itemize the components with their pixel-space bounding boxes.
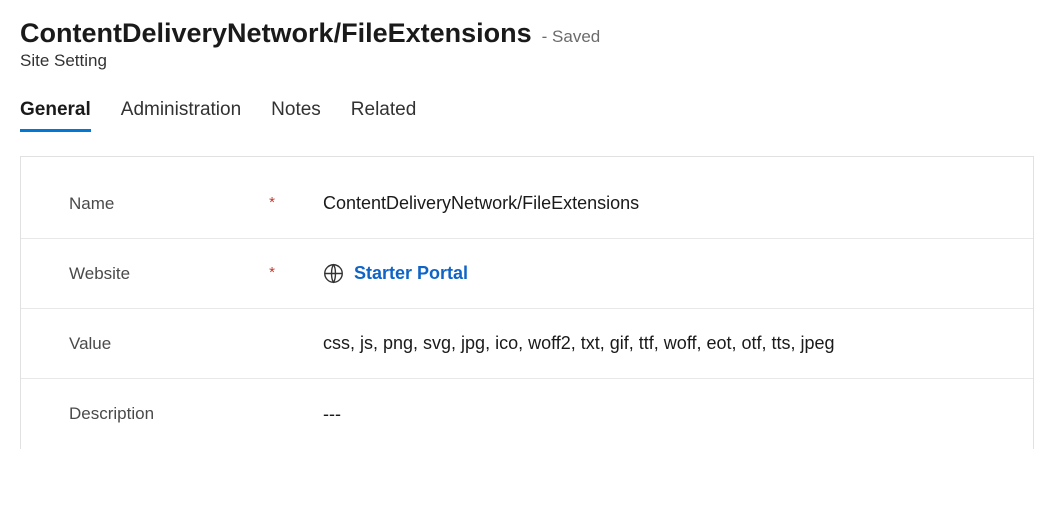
field-label-name: Name *	[69, 194, 287, 214]
field-label-description: Description	[69, 404, 287, 424]
lookup-link-text: Starter Portal	[354, 263, 468, 284]
page-title: ContentDeliveryNetwork/FileExtensions	[20, 18, 532, 49]
label-text: Website	[69, 264, 130, 283]
field-value-name[interactable]: ContentDeliveryNetwork/FileExtensions	[287, 193, 639, 214]
field-label-website: Website *	[69, 264, 287, 284]
field-row-name: Name * ContentDeliveryNetwork/FileExtens…	[21, 169, 1033, 239]
tabs-container: General Administration Notes Related	[20, 99, 1034, 132]
field-row-value: Value css, js, png, svg, jpg, ico, woff2…	[21, 309, 1033, 379]
field-value-website[interactable]: Starter Portal	[287, 263, 468, 284]
field-value-value[interactable]: css, js, png, svg, jpg, ico, woff2, txt,…	[287, 333, 835, 354]
field-row-website: Website * Starter Portal	[21, 239, 1033, 309]
form-panel: Name * ContentDeliveryNetwork/FileExtens…	[20, 156, 1034, 449]
required-indicator: *	[269, 194, 275, 211]
tab-notes[interactable]: Notes	[271, 99, 321, 132]
tab-administration[interactable]: Administration	[121, 99, 241, 132]
save-status: - Saved	[542, 27, 601, 47]
page-header: ContentDeliveryNetwork/FileExtensions - …	[20, 18, 1034, 71]
tab-general[interactable]: General	[20, 99, 91, 132]
required-indicator: *	[269, 264, 275, 281]
label-text: Value	[69, 334, 111, 353]
title-row: ContentDeliveryNetwork/FileExtensions - …	[20, 18, 1034, 49]
label-text: Description	[69, 404, 154, 423]
field-value-description[interactable]: ---	[287, 404, 341, 425]
globe-icon	[323, 263, 344, 284]
entity-subtitle: Site Setting	[20, 51, 1034, 71]
tab-related[interactable]: Related	[351, 99, 417, 132]
field-row-description: Description ---	[21, 379, 1033, 449]
field-label-value: Value	[69, 334, 287, 354]
label-text: Name	[69, 194, 114, 213]
